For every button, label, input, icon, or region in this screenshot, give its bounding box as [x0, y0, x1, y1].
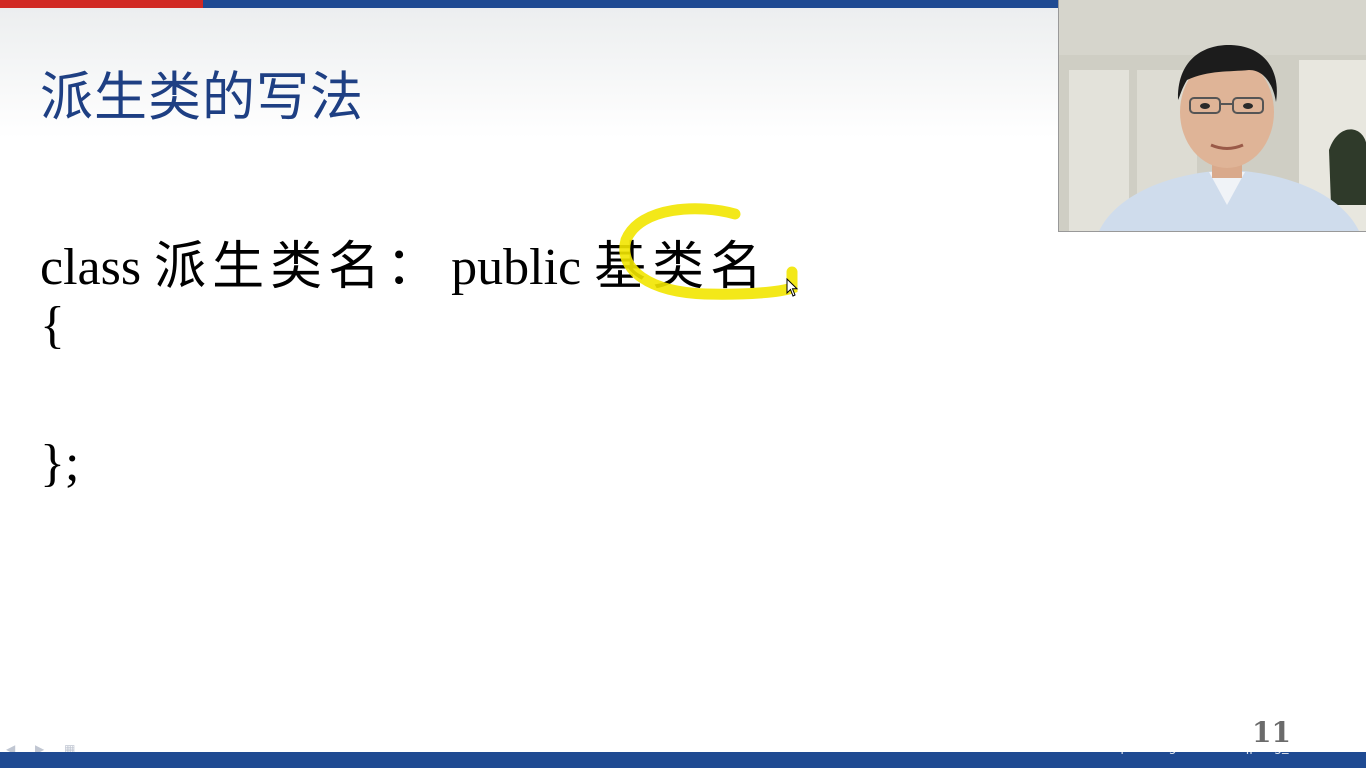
top-accent-red	[0, 0, 203, 8]
code-close-brace: };	[40, 435, 80, 492]
code-keyword-class: class	[40, 239, 142, 296]
watermark-url: https://blog.csdn.net/qpeng_master	[1102, 740, 1335, 755]
yellow-highlight-stroke	[619, 203, 798, 300]
mouse-cursor-icon	[786, 278, 799, 297]
code-keyword-public: public	[451, 239, 582, 296]
code-colon: ：	[386, 239, 439, 296]
slide-page: 派生类的写法 class 派生类名： public 基类名 { }; ◀ ▶ ▦…	[0, 0, 1366, 768]
top-accent-bar	[0, 0, 1058, 8]
code-open-brace: {	[40, 297, 65, 354]
code-derived-class-name: 派生类名	[154, 237, 387, 297]
webcam-video	[1058, 0, 1366, 232]
presenter-image	[1059, 0, 1366, 231]
slide-title: 派生类的写法	[40, 67, 364, 128]
